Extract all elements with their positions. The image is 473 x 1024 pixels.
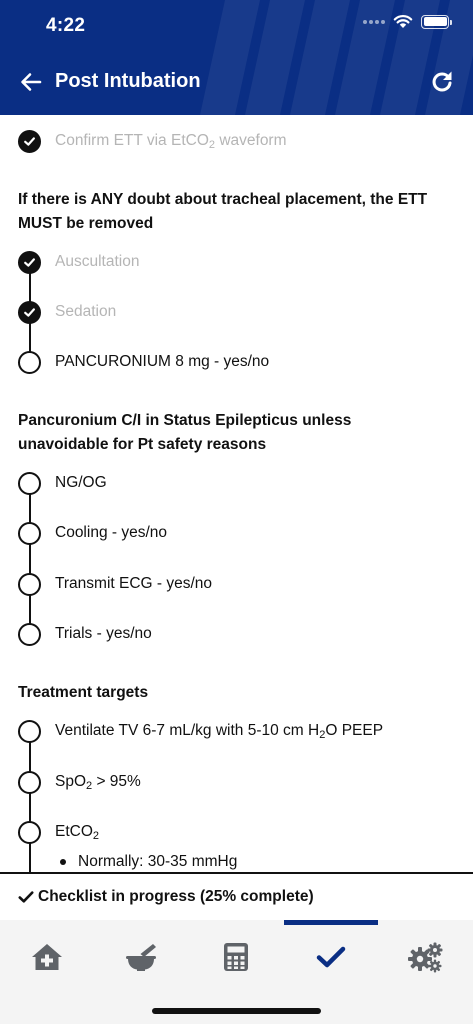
checklist-item-sedation[interactable]: Sedation [18, 299, 116, 325]
tab-medications[interactable] [94, 920, 188, 994]
empty-circle-icon [18, 770, 41, 794]
warning-tracheal-placement: If there is ANY doubt about tracheal pla… [18, 191, 428, 232]
checklist-connector-line [29, 483, 31, 634]
checklist-item-label: Trials - yes/no [55, 625, 152, 642]
empty-circle-icon [18, 820, 41, 844]
checklist-item-label: Cooling - yes/no [55, 524, 168, 541]
back-button[interactable] [16, 67, 46, 97]
battery-icon [421, 14, 452, 29]
empty-circle-icon [18, 719, 41, 743]
empty-circle-icon [18, 350, 41, 374]
checklist-item-ventilate[interactable]: Ventilate TV 6-7 mL/kg with 5-10 cm H2O … [18, 718, 383, 744]
checklist-item-label: SpO2 > 95% [55, 772, 141, 792]
checklist-item-label: Confirm ETT via EtCO2 waveform [55, 131, 287, 151]
checklist-item-label: Transmit ECG - yes/no [55, 575, 213, 592]
checklist-content: Confirm ETT via EtCO2 waveform If there … [0, 115, 473, 872]
section-treatment-targets: Treatment targets [18, 684, 149, 701]
checked-circle-icon [18, 300, 41, 324]
bullet-text: Normally: 30-35 mmHg [78, 853, 238, 870]
app-header: 4:22 Post Intubation [0, 0, 473, 115]
empty-circle-icon [18, 521, 41, 545]
checklist-item-label: NG/OG [55, 474, 107, 491]
mortar-pestle-icon [126, 944, 156, 971]
checklist-item-label: EtCO2 [55, 822, 100, 842]
checklist-item-auscultation[interactable]: Auscultation [18, 249, 139, 275]
checklist-item-confirm-ett[interactable]: Confirm ETT via EtCO2 waveform [18, 128, 287, 154]
status-bar-time: 4:22 [46, 15, 86, 36]
wifi-icon [393, 15, 413, 28]
checklist-item-etco2[interactable]: EtCO2 [18, 819, 99, 845]
progress-text: Checklist in progress (25% complete) [38, 888, 314, 905]
refresh-icon [432, 71, 452, 92]
home-medical-icon [32, 944, 62, 970]
arrow-left-icon [21, 73, 42, 91]
checklist-item-pancuronium[interactable]: PANCURONIUM 8 mg - yes/no [18, 349, 269, 375]
checklist-item-label: Ventilate TV 6-7 mL/kg with 5-10 cm H2O … [55, 721, 384, 741]
bullet-etco2-normal: Normally: 30-35 mmHg [60, 853, 237, 871]
cellular-signal-icon [363, 19, 385, 24]
checklist-item-ng-og[interactable]: NG/OG [18, 470, 107, 496]
checklist-item-label: Sedation [55, 303, 117, 320]
tab-calculator[interactable] [189, 920, 283, 994]
empty-circle-icon [18, 471, 41, 495]
checklist-item-trials[interactable]: Trials - yes/no [18, 621, 152, 647]
status-bar-icons [363, 14, 452, 29]
checkmark-icon [316, 946, 346, 968]
checklist-item-cooling[interactable]: Cooling - yes/no [18, 520, 167, 546]
checklist-item-label: PANCURONIUM 8 mg - yes/no [55, 353, 270, 370]
empty-circle-icon [18, 622, 41, 646]
calculator-icon [224, 943, 248, 971]
checklist-item-transmit-ecg[interactable]: Transmit ECG - yes/no [18, 571, 212, 597]
home-indicator[interactable] [152, 1008, 321, 1014]
checklist-item-label: Auscultation [55, 253, 140, 270]
tab-settings[interactable] [378, 920, 472, 994]
page-title: Post Intubation [55, 70, 201, 92]
tab-checklist[interactable] [284, 920, 378, 994]
checked-circle-icon [18, 129, 41, 153]
refresh-button[interactable] [427, 67, 457, 97]
tab-home[interactable] [0, 920, 94, 994]
checked-circle-icon [18, 250, 41, 274]
checkmark-icon [18, 890, 34, 904]
checklist-progress-bar: Checklist in progress (25% complete) [0, 872, 473, 920]
active-tab-indicator [284, 920, 378, 925]
warning-pancuronium: Pancuronium C/I in Status Epilepticus un… [18, 412, 352, 453]
gears-icon [408, 942, 443, 973]
empty-circle-icon [18, 572, 41, 596]
checklist-item-spo2[interactable]: SpO2 > 95% [18, 769, 141, 795]
checklist-connector-line [29, 731, 31, 872]
